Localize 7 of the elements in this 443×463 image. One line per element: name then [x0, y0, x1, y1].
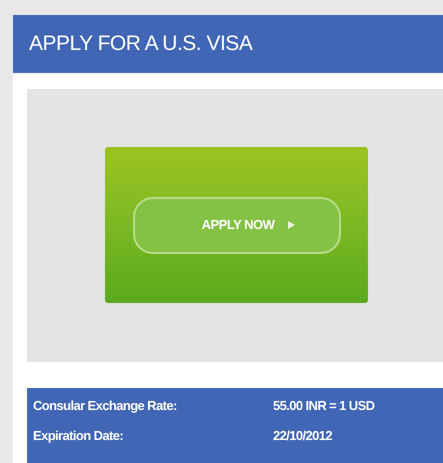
page-title: APPLY FOR A U.S. VISA: [29, 31, 252, 58]
apply-now-button[interactable]: APPLY NOW: [132, 196, 340, 254]
info-label: Expiration Date:: [33, 426, 124, 445]
info-value: 55.00 INR = 1 USD: [273, 397, 374, 415]
info-label: Consular Exchange Rate:: [33, 397, 178, 415]
info-value: 22/10/2012: [273, 426, 332, 444]
play-icon: [288, 221, 296, 229]
